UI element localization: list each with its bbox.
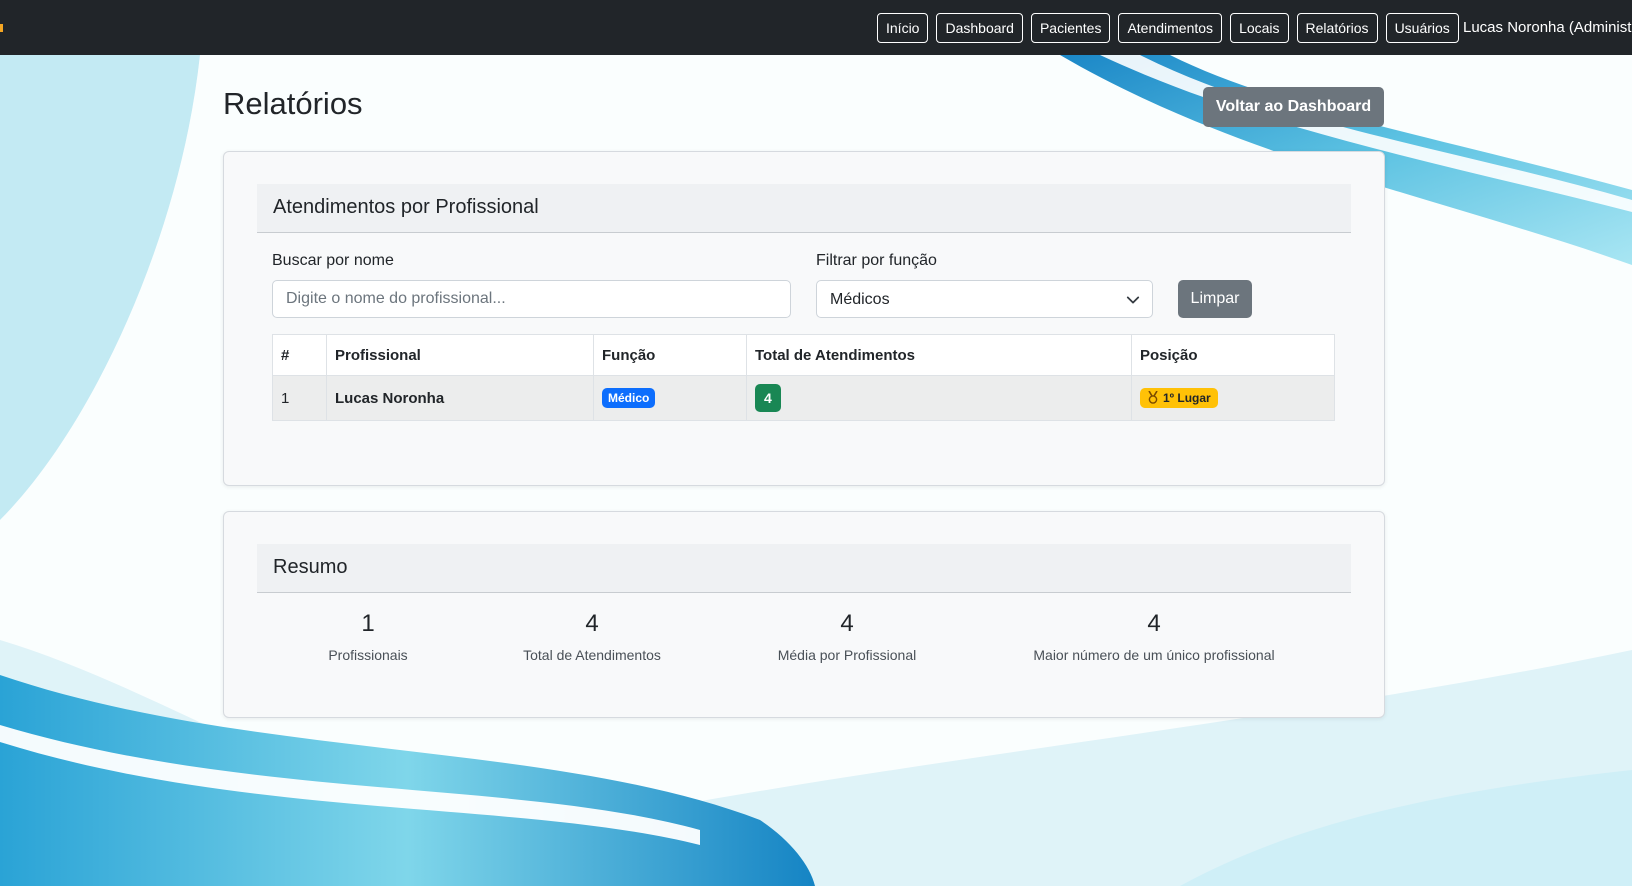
cell-position: 1º Lugar: [1131, 375, 1335, 421]
role-badge: Médico: [602, 388, 656, 408]
position-label: 1º Lugar: [1163, 390, 1211, 405]
cell-role: Médico: [593, 375, 747, 421]
column-header-professional: Profissional: [326, 334, 594, 376]
chevron-down-icon: [1126, 296, 1140, 304]
table-header-row: # Profissional Função Total de Atendimen…: [272, 334, 1335, 376]
stat-value: 4: [840, 610, 854, 637]
cell-professional: Lucas Noronha: [326, 375, 594, 421]
column-header-rank: #: [272, 334, 327, 376]
stat-value: 4: [1147, 610, 1161, 637]
position-badge: 1º Lugar: [1140, 387, 1218, 408]
ranking-card-title: Atendimentos por Profissional: [273, 196, 539, 218]
summary-card-title: Resumo: [273, 556, 348, 578]
column-header-total: Total de Atendimentos: [746, 334, 1132, 376]
stat-label: Profissionais: [328, 647, 408, 663]
column-header-role: Função: [593, 334, 747, 376]
stat-total-attendances: 4 Total de Atendimentos: [512, 610, 672, 663]
nav-link-relatorios[interactable]: Relatórios: [1296, 13, 1378, 43]
table-row: 1 Lucas Noronha Médico 4 1º Lugar: [272, 375, 1335, 421]
nav-link-pacientes[interactable]: Pacientes: [1030, 13, 1111, 43]
search-label: Buscar por nome: [272, 252, 394, 269]
user-menu[interactable]: Lucas Noronha (Administ: [1463, 19, 1631, 36]
nav-links: Início Dashboard Pacientes Atendimentos …: [877, 13, 1459, 43]
stat-label: Média por Profissional: [777, 647, 917, 663]
medal-icon: [1148, 391, 1158, 405]
nav-link-atendimentos[interactable]: Atendimentos: [1118, 13, 1223, 43]
top-navbar: Início Dashboard Pacientes Atendimentos …: [0, 0, 1632, 55]
page-title: Relatórios: [223, 86, 363, 121]
nav-link-dashboard[interactable]: Dashboard: [936, 13, 1023, 43]
ranking-card: Atendimentos por Profissional: [223, 151, 1385, 486]
cell-rank: 1: [272, 375, 327, 421]
total-badge: 4: [755, 384, 781, 412]
role-filter-select[interactable]: Médicos: [816, 280, 1153, 318]
nav-link-usuarios[interactable]: Usuários: [1385, 13, 1459, 43]
clear-filters-button[interactable]: Limpar: [1178, 280, 1252, 318]
brand-logo[interactable]: [0, 24, 3, 32]
stat-label: Total de Atendimentos: [523, 647, 661, 663]
nav-link-locais[interactable]: Locais: [1230, 13, 1289, 43]
ranking-table: # Profissional Função Total de Atendimen…: [272, 334, 1335, 421]
column-header-position: Posição: [1131, 334, 1335, 376]
filter-label: Filtrar por função: [816, 252, 937, 269]
nav-link-inicio[interactable]: Início: [877, 13, 929, 43]
stat-professionals: 1 Profissionais: [318, 610, 418, 663]
stat-label: Maior número de um único profissional: [1033, 647, 1275, 663]
role-filter-value: Médicos: [830, 291, 890, 308]
stat-max-single: 4 Maior número de um único profissional: [1004, 610, 1304, 663]
stat-value: 1: [361, 610, 375, 637]
stat-average: 4 Média por Profissional: [757, 610, 937, 663]
cell-total: 4: [746, 375, 1132, 421]
search-input[interactable]: [272, 280, 791, 318]
summary-card-header: Resumo: [257, 544, 1351, 593]
ranking-card-header: Atendimentos por Profissional: [257, 184, 1351, 233]
back-to-dashboard-button[interactable]: Voltar ao Dashboard: [1203, 87, 1384, 127]
stat-value: 4: [585, 610, 599, 637]
